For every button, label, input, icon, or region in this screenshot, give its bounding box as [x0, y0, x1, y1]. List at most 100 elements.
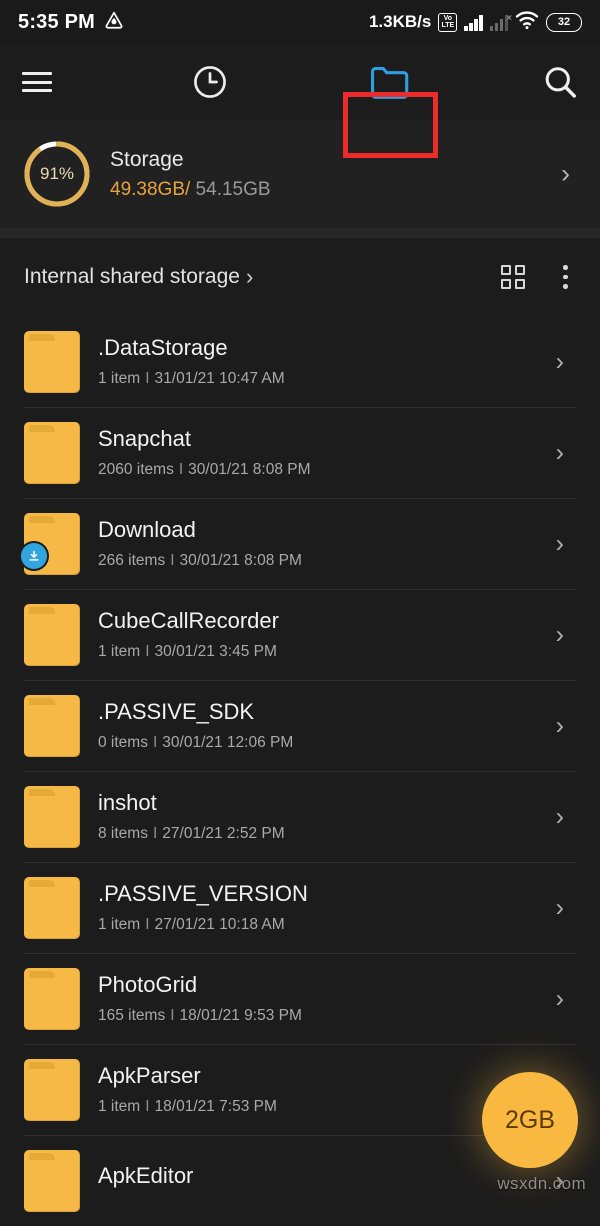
file-count: 2060 items — [98, 461, 174, 478]
file-name: .PASSIVE_SDK — [98, 699, 255, 724]
file-count: 1 item — [98, 370, 141, 387]
list-item-meta: Download 266 items I 30/01/21 8:08 PM — [98, 517, 302, 570]
list-item-meta: CubeCallRecorder 1 item I 30/01/21 3:45 PM — [98, 608, 279, 661]
search-icon[interactable] — [532, 44, 588, 120]
file-name: ApkEditor — [98, 1163, 194, 1188]
folder-icon — [24, 694, 80, 757]
list-item-meta: inshot 8 items I 27/01/21 2:52 PM — [98, 790, 285, 843]
meta-separator: I — [170, 1007, 175, 1024]
storage-total-value: 54.15GB — [190, 178, 271, 200]
drop-triangle-icon — [104, 10, 124, 35]
meta-separator: I — [170, 552, 175, 569]
list-item[interactable]: CubeCallRecorder 1 item I 30/01/21 3:45 PM… — [0, 589, 600, 680]
file-date: 30/01/21 8:08 PM — [179, 552, 302, 569]
storage-used-value: 49.38GB/ — [110, 178, 191, 200]
wifi-icon — [515, 10, 539, 35]
volte-top: Vo — [443, 14, 453, 22]
file-subtitle: 1 item I 27/01/21 10:18 AM — [98, 916, 308, 934]
breadcrumb[interactable]: Internal shared storage › — [24, 264, 253, 290]
file-date: 30/01/21 8:08 PM — [188, 461, 311, 478]
row-chevron-icon[interactable]: › — [556, 438, 564, 467]
meta-separator: I — [145, 1098, 150, 1115]
hamburger-menu-icon[interactable] — [12, 44, 62, 120]
list-item-meta: PhotoGrid 165 items I 18/01/21 9:53 PM — [98, 972, 302, 1025]
folder-icon — [24, 1149, 80, 1212]
file-count: 1 item — [98, 916, 141, 933]
file-name: .PASSIVE_VERSION — [98, 881, 308, 906]
file-subtitle: 1 item I 30/01/21 3:45 PM — [98, 643, 279, 661]
storage-title: Storage — [110, 147, 184, 171]
data-rate-label: 1.3KB/s — [368, 12, 432, 31]
list-item[interactable]: .PASSIVE_SDK 0 items I 30/01/21 12:06 PM › — [0, 680, 600, 771]
file-date: 18/01/21 9:53 PM — [179, 1007, 302, 1024]
folder-icon — [24, 1058, 80, 1121]
row-chevron-icon[interactable]: › — [556, 893, 564, 922]
storage-cleanup-fab[interactable]: 2GB — [482, 1072, 578, 1168]
row-chevron-icon[interactable]: › — [556, 711, 564, 740]
storage-summary-card[interactable]: 91% Storage 49.38GB/ 54.15GB › — [0, 120, 600, 228]
meta-separator: I — [145, 370, 150, 387]
list-item-meta: .PASSIVE_SDK 0 items I 30/01/21 12:06 PM — [98, 699, 293, 752]
list-item[interactable]: .DataStorage 1 item I 31/01/21 10:47 AM › — [0, 316, 600, 407]
folder-icon — [24, 785, 80, 848]
file-count: 266 items — [98, 552, 166, 569]
file-name: inshot — [98, 790, 157, 815]
file-subtitle: 2060 items I 30/01/21 8:08 PM — [98, 461, 311, 479]
folder-icon — [24, 421, 80, 484]
row-chevron-icon[interactable]: › — [556, 529, 564, 558]
grid-view-icon[interactable] — [501, 265, 526, 289]
battery-icon: 32 — [546, 12, 582, 32]
list-item[interactable]: Snapchat 2060 items I 30/01/21 8:08 PM › — [0, 407, 600, 498]
file-date: 31/01/21 10:47 AM — [154, 370, 285, 387]
file-name: Snapchat — [98, 426, 191, 451]
watermark: wsxdn.com — [497, 1174, 586, 1193]
file-count: 165 items — [98, 1007, 166, 1024]
row-chevron-icon[interactable]: › — [556, 984, 564, 1013]
file-name: .DataStorage — [98, 335, 228, 360]
download-badge-icon — [21, 542, 47, 569]
meta-separator: I — [145, 643, 150, 660]
file-name: PhotoGrid — [98, 972, 198, 997]
more-vertical-icon[interactable] — [555, 261, 576, 293]
meta-separator: I — [152, 825, 158, 842]
folder-icon — [24, 330, 80, 393]
folder-tab-icon[interactable] — [348, 44, 432, 120]
file-date: 18/01/21 7:53 PM — [154, 1098, 277, 1115]
storage-text-block: Storage 49.38GB/ 54.15GB — [110, 148, 271, 201]
list-item[interactable]: inshot 8 items I 27/01/21 2:52 PM › — [0, 771, 600, 862]
row-chevron-icon[interactable]: › — [556, 347, 564, 376]
status-bar-left: 5:35 PM — [18, 10, 124, 35]
fab-label: 2GB — [504, 1105, 556, 1134]
folder-icon — [21, 512, 80, 575]
row-chevron-icon[interactable]: › — [556, 620, 564, 649]
file-subtitle: 165 items I 18/01/21 9:53 PM — [98, 1007, 302, 1025]
app-toolbar — [0, 44, 600, 158]
file-subtitle: 8 items I 27/01/21 2:52 PM — [98, 825, 285, 843]
folder-icon — [24, 967, 80, 1030]
storage-chevron-icon[interactable]: › — [561, 159, 570, 190]
list-item-meta: ApkEditor — [98, 1163, 193, 1198]
meta-separator: I — [152, 734, 158, 751]
meta-separator: I — [145, 916, 150, 933]
file-subtitle: 1 item I 18/01/21 7:53 PM — [98, 1098, 277, 1116]
folder-icon — [24, 876, 80, 939]
file-count: 0 items — [98, 734, 148, 751]
chevron-right-icon: › — [245, 264, 254, 289]
list-item-meta: .DataStorage 1 item I 31/01/21 10:47 AM — [98, 335, 285, 388]
file-name: Download — [98, 517, 196, 542]
list-item-meta: ApkParser 1 item I 18/01/21 7:53 PM — [98, 1063, 277, 1116]
list-item[interactable]: PhotoGrid 165 items I 18/01/21 9:53 PM › — [0, 953, 600, 1044]
volte-icon: Vo LTE — [438, 12, 458, 32]
file-count: 1 item — [98, 1098, 141, 1115]
row-chevron-icon[interactable]: › — [556, 802, 564, 831]
clock-icon[interactable] — [184, 44, 236, 120]
storage-capacity: 49.38GB/ 54.15GB — [110, 179, 271, 201]
file-date: 30/01/21 12:06 PM — [162, 734, 294, 751]
signal-x-mark: × — [506, 13, 512, 24]
signal-bars-sim1-icon — [464, 13, 483, 31]
list-item[interactable]: .PASSIVE_VERSION 1 item I 27/01/21 10:18 A… — [0, 862, 600, 953]
list-item[interactable]: Download 266 items I 30/01/21 8:08 PM › — [0, 498, 600, 589]
file-name: CubeCallRecorder — [98, 608, 279, 633]
file-subtitle: 0 items I 30/01/21 12:06 PM — [98, 734, 293, 752]
list-item-meta: Snapchat 2060 items I 30/01/21 8:08 PM — [98, 426, 311, 479]
